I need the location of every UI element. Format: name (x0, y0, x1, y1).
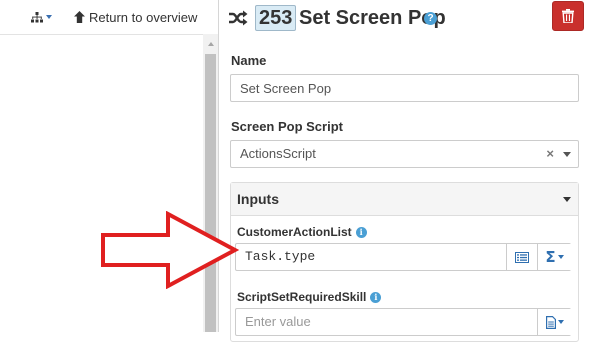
script-set-required-skill-label-text: ScriptSetRequiredSkill (237, 290, 367, 304)
select-value: ActionsScript (240, 146, 316, 161)
customer-action-list-input[interactable]: Task.type Σ (235, 243, 571, 271)
trash-icon (562, 9, 574, 23)
customer-action-list-value: Task.type (245, 249, 316, 264)
chevron-down-icon (46, 15, 52, 19)
arrow-up-icon (74, 11, 85, 23)
shuffle-icon (228, 10, 248, 26)
name-label: Name (231, 53, 267, 68)
customer-action-list-label-text: CustomerActionList (237, 225, 352, 239)
screen-pop-script-select[interactable]: ActionsScript × (230, 140, 579, 168)
question-circle-icon[interactable]: ? (424, 12, 437, 25)
red-arrow-icon (101, 211, 240, 289)
script-set-required-skill-label: ScriptSetRequiredSkill i (237, 290, 382, 304)
list-button[interactable] (506, 244, 537, 270)
tree-view-dropdown[interactable] (31, 8, 52, 26)
document-icon (545, 315, 556, 329)
clear-icon[interactable]: × (546, 141, 554, 167)
caret-down-icon (557, 255, 564, 259)
caret-down-icon[interactable] (563, 197, 571, 202)
delete-node-button[interactable] (552, 1, 584, 31)
return-label: Return to overview (89, 9, 198, 25)
document-dropdown-button[interactable] (537, 309, 571, 335)
name-field[interactable] (230, 74, 579, 102)
script-set-required-skill-placeholder: Enter value (245, 314, 311, 329)
scrollbar-thumb[interactable] (205, 54, 216, 332)
node-id-badge: 253 (255, 5, 297, 31)
caret-down-icon (557, 320, 564, 324)
list-icon (515, 251, 529, 263)
sigma-dropdown-button[interactable]: Σ (537, 244, 571, 270)
chevron-down-icon[interactable] (563, 152, 571, 157)
inputs-title: Inputs (237, 191, 279, 207)
customer-action-list-label: CustomerActionList i (237, 225, 367, 239)
node-header: 253 Set Screen Pop ? (219, 0, 590, 38)
info-circle-icon[interactable]: i (370, 291, 382, 303)
scroll-up-arrow[interactable] (203, 38, 218, 50)
screen-pop-script-label: Screen Pop Script (231, 119, 343, 134)
left-toolbar: Return to overview (0, 0, 219, 35)
right-pane: 253 Set Screen Pop ? Name Screen Pop Scr… (219, 0, 590, 342)
info-circle-icon[interactable]: i (355, 226, 367, 238)
inputs-panel: Inputs CustomerActionList i Task.type Σ … (230, 182, 579, 342)
sigma-icon: Σ (545, 248, 556, 266)
inputs-panel-header[interactable]: Inputs (231, 183, 578, 216)
return-to-overview-link[interactable]: Return to overview (74, 8, 197, 26)
sitemap-icon (31, 11, 43, 23)
